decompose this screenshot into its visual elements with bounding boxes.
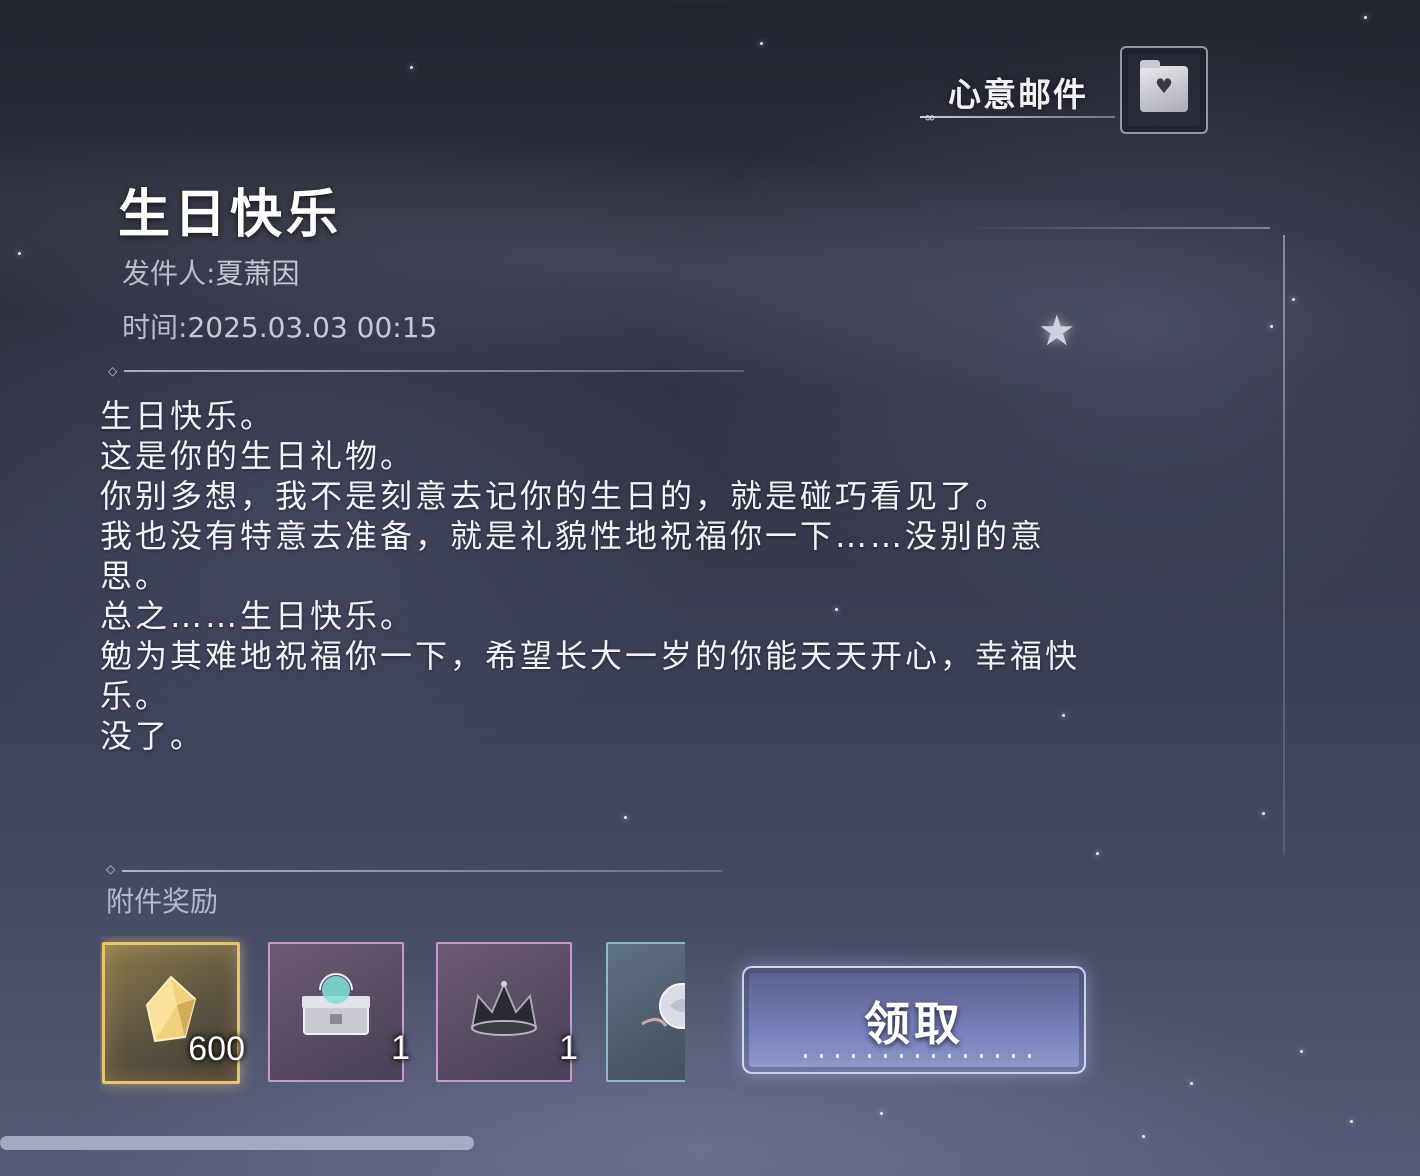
header-divider <box>124 370 744 372</box>
reward-count: 1 <box>391 1029 410 1067</box>
reward-item-rose[interactable] <box>606 942 685 1082</box>
mail-category-title: 心意邮件 <box>948 75 1088 114</box>
mail-sender: 发件人:夏萧因 <box>122 252 299 292</box>
mail-body-line: 这是你的生日礼物。 <box>100 437 416 475</box>
heart-icon: ♥ <box>1155 74 1173 98</box>
frame-top-line <box>960 227 1270 229</box>
white-rose-icon <box>641 983 685 1029</box>
mail-category-header: 心意邮件 ∞ ♥ <box>920 40 1220 140</box>
star-sparkle <box>1142 1135 1145 1138</box>
star-sparkle <box>1364 16 1367 19</box>
sender-name: 夏萧因 <box>215 257 300 290</box>
star-sparkle <box>1292 298 1295 301</box>
mail-body: 生日快乐。 这是你的生日礼物。 你别多想，我不是刻意去记你的生日的，就是碰巧看见… <box>100 396 1110 756</box>
reward-count: 1 <box>559 1029 578 1067</box>
star-sparkle <box>410 66 413 69</box>
mail-body-line: 勉为其难地祝福你一下，希望长大一岁的你能天天开心，幸福快乐。 <box>100 637 1081 715</box>
divider-ornament-icon: ◇ <box>108 364 118 378</box>
star-sparkle <box>880 1112 883 1115</box>
mail-body-line: 你别多想，我不是刻意去记你的生日的，就是碰巧看见了。 <box>100 477 1011 515</box>
dark-crown-icon <box>470 981 538 1036</box>
frame-right-line <box>1283 235 1285 855</box>
star-sparkle <box>18 252 21 255</box>
sender-label: 发件人: <box>122 257 216 290</box>
button-dots-decoration <box>804 1054 1034 1058</box>
star-sparkle <box>1190 1082 1193 1085</box>
ornament-icon: ∞ <box>924 110 936 126</box>
silver-chest-icon <box>302 973 370 1035</box>
claim-button[interactable]: 领取 <box>742 966 1086 1074</box>
heart-folder-icon: ♥ <box>1140 60 1188 112</box>
time-value: 2025.03.03 00:15 <box>187 311 438 344</box>
star-sparkle <box>760 42 763 45</box>
reward-count: 600 <box>188 1030 245 1068</box>
star-sparkle <box>1300 1050 1303 1053</box>
divider-ornament-icon: ◇ <box>106 862 116 876</box>
reward-item-crown[interactable]: 1 <box>436 942 578 1082</box>
claim-button-label: 领取 <box>864 997 964 1051</box>
reward-item-crystal[interactable]: 600 <box>102 942 245 1084</box>
mail-body-line: 我也没有特意去准备，就是礼貌性地祝福你一下……没别的意思。 <box>100 517 1046 595</box>
attachment-divider <box>122 870 722 872</box>
mail-title: 生日快乐 <box>118 184 343 245</box>
star-sparkle <box>1350 1120 1353 1123</box>
reward-item-chest[interactable]: 1 <box>268 942 410 1082</box>
horizontal-scrollbar[interactable] <box>0 1136 474 1150</box>
mail-time: 时间:2025.03.03 00:15 <box>122 306 437 346</box>
mail-body-line: 总之……生日快乐。 <box>100 597 416 635</box>
attachment-label: 附件奖励 <box>106 885 219 918</box>
mail-body-line: 生日快乐。 <box>100 397 276 435</box>
mail-body-line: 没了。 <box>100 717 206 755</box>
folder-button[interactable]: ♥ <box>1120 46 1208 134</box>
time-label: 时间: <box>122 311 188 344</box>
favorite-star-icon[interactable]: ★ <box>1038 306 1076 355</box>
header-divider <box>920 116 1115 118</box>
reward-list: 600 1 1 <box>100 936 685 1096</box>
